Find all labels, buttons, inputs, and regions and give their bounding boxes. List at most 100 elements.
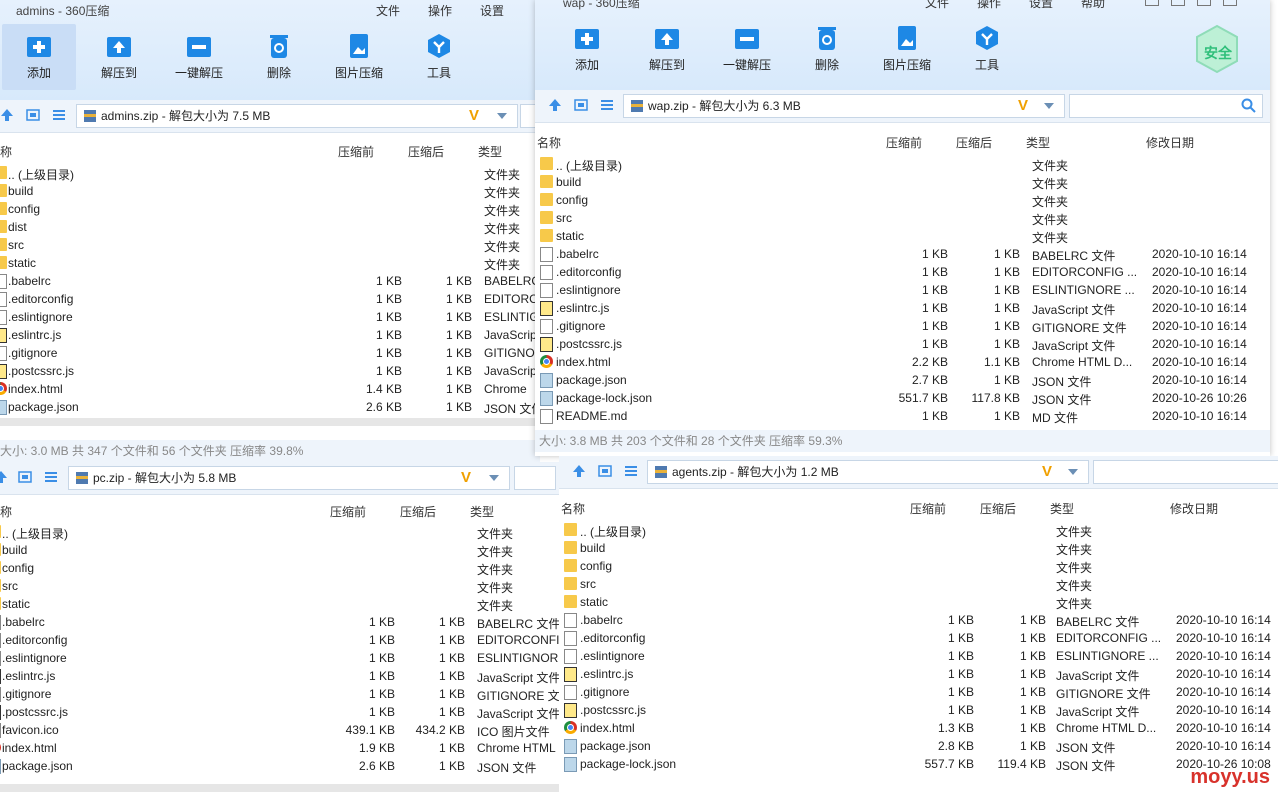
admins-one-click-extract-button[interactable]: 一键解压 [162, 24, 236, 90]
up-arrow-icon[interactable] [0, 470, 8, 484]
table-row[interactable]: .babelrc 1 KB 1 KB BABELRC [0, 272, 540, 290]
table-row[interactable]: .editorconfig 1 KB 1 KB EDITORCONFIG ... 202… [535, 263, 1270, 281]
admins-scrollbar[interactable] [0, 418, 540, 426]
col-before[interactable]: 压缩前 [330, 503, 366, 520]
table-row[interactable]: package.json 2.8 KB 1 KB JSON 文件 2020-10-10 … [559, 737, 1278, 755]
table-row[interactable]: .gitignore 1 KB 1 KB GITIGNORE 文件 2020-10-10… [559, 683, 1278, 701]
view-thumbnail-icon[interactable] [598, 464, 612, 478]
table-row[interactable]: .editorconfig 1 KB 1 KB EDITORC [0, 290, 540, 308]
col-before[interactable]: 压缩前 [910, 500, 946, 517]
table-row[interactable]: package.json 2.6 KB 1 KB JSON 文件 [0, 757, 560, 775]
admins-menu-file[interactable]: 文件 [376, 2, 400, 19]
table-row[interactable]: src 文件夹 [0, 577, 560, 595]
table-row[interactable]: static 文件夹 [559, 593, 1278, 611]
col-before[interactable]: 压缩前 [338, 143, 374, 160]
table-row[interactable]: .postcssrc.js 1 KB 1 KB JavaScript 文件 2020-1… [559, 701, 1278, 719]
wap-menu-operate[interactable]: 操作 [977, 0, 1001, 11]
chevron-down-icon[interactable] [1068, 469, 1078, 475]
v-dropdown-icon[interactable]: V [469, 105, 479, 127]
chevron-down-icon[interactable] [497, 113, 507, 119]
wap-menu-settings[interactable]: 设置 [1029, 0, 1053, 11]
table-row[interactable]: package.json 2.7 KB 1 KB JSON 文件 2020-10-10 … [535, 371, 1270, 389]
table-row[interactable]: static 文件夹 [0, 254, 540, 272]
table-row[interactable]: build 文件夹 [559, 539, 1278, 557]
view-list-icon[interactable] [52, 108, 66, 122]
admins-menu-settings[interactable]: 设置 [480, 2, 504, 19]
view-thumbnail-icon[interactable] [18, 470, 32, 484]
agents-path-box[interactable]: agents.zip - 解包大小为 1.2 MB V [647, 460, 1089, 484]
chevron-down-icon[interactable] [1044, 103, 1054, 109]
pc-path-box[interactable]: pc.zip - 解包大小为 5.8 MB V [68, 466, 510, 490]
table-row[interactable]: .eslintignore 1 KB 1 KB ESLINTIGNOR [0, 649, 560, 667]
col-date[interactable]: 修改日期 [1170, 500, 1218, 517]
col-name[interactable]: 名称 [537, 134, 561, 151]
table-row[interactable]: package.json 2.6 KB 1 KB JSON 文件 [0, 398, 540, 416]
table-row[interactable]: .eslintrc.js 1 KB 1 KB JavaScript 文件 2020-10… [559, 665, 1278, 683]
table-row[interactable]: src 文件夹 [535, 209, 1270, 227]
admins-add-button[interactable]: 添加 [2, 24, 76, 90]
table-row[interactable]: build 文件夹 [535, 173, 1270, 191]
col-name[interactable]: 称 [0, 503, 12, 520]
col-after[interactable]: 压缩后 [956, 134, 992, 151]
view-list-icon[interactable] [600, 98, 614, 112]
chevron-down-icon[interactable] [489, 475, 499, 481]
col-name[interactable]: 名称 [561, 500, 585, 517]
table-row[interactable]: .postcssrc.js 1 KB 1 KB JavaScrip [0, 362, 540, 380]
table-row[interactable]: .editorconfig 1 KB 1 KB EDITORCONFIG ... 202… [559, 629, 1278, 647]
table-row[interactable]: index.html 2.2 KB 1.1 KB Chrome HTML D... 20… [535, 353, 1270, 371]
minimize-icon[interactable] [1197, 0, 1211, 6]
table-row[interactable]: .eslintrc.js 1 KB 1 KB JavaScript 文件 2020-10… [535, 299, 1270, 317]
col-type[interactable]: 类型 [1026, 134, 1050, 151]
table-row[interactable]: config 文件夹 [0, 559, 560, 577]
wap-menu-help[interactable]: 帮助 [1081, 0, 1105, 11]
window-menu-icon[interactable] [1171, 0, 1185, 6]
col-after[interactable]: 压缩后 [408, 143, 444, 160]
table-row[interactable]: .babelrc 1 KB 1 KB BABELRC 文件 2020-10-10 16:… [535, 245, 1270, 263]
col-type[interactable]: 类型 [1050, 500, 1074, 517]
table-row[interactable]: build 文件夹 [0, 182, 540, 200]
table-row[interactable]: .. (上级目录) 文件夹 [535, 155, 1270, 173]
table-row[interactable]: .gitignore 1 KB 1 KB GITIGNORE 文 [0, 685, 560, 703]
table-row[interactable]: src 文件夹 [559, 575, 1278, 593]
wap-delete-button[interactable]: 删除 [790, 16, 864, 82]
table-row[interactable]: index.html 1.9 KB 1 KB Chrome HTML [0, 739, 560, 757]
admins-extract-to-button[interactable]: 解压到 [82, 24, 156, 90]
search-icon[interactable] [1241, 98, 1256, 113]
table-row[interactable]: .eslintrc.js 1 KB 1 KB JavaScript 文件 [0, 667, 560, 685]
table-row[interactable]: .editorconfig 1 KB 1 KB EDITORCONFI [0, 631, 560, 649]
table-row[interactable]: README.md 1 KB 1 KB MD 文件 2020-10-10 16:14 [535, 407, 1270, 425]
col-date[interactable]: 修改日期 [1146, 134, 1194, 151]
table-row[interactable]: .. (上级目录) 文件夹 [0, 164, 540, 182]
table-row[interactable]: static 文件夹 [0, 595, 560, 613]
pc-scrollbar[interactable] [0, 784, 560, 792]
wap-add-button[interactable]: 添加 [550, 16, 624, 82]
view-list-icon[interactable] [44, 470, 58, 484]
table-row[interactable]: .postcssrc.js 1 KB 1 KB JavaScript 文件 [0, 703, 560, 721]
table-row[interactable]: package-lock.json 551.7 KB 117.8 KB JSON 文件… [535, 389, 1270, 407]
pc-search-input[interactable] [514, 466, 556, 490]
table-row[interactable]: .. (上级目录) 文件夹 [559, 521, 1278, 539]
wap-extract-to-button[interactable]: 解压到 [630, 16, 704, 82]
up-arrow-icon[interactable] [548, 98, 562, 112]
admins-tools-button[interactable]: 工具 [402, 24, 476, 90]
table-row[interactable]: dist 文件夹 [0, 218, 540, 236]
table-row[interactable]: static 文件夹 [535, 227, 1270, 245]
table-row[interactable]: index.html 1.3 KB 1 KB Chrome HTML D... 2020… [559, 719, 1278, 737]
wap-search-input[interactable] [1069, 94, 1263, 118]
table-row[interactable]: package-lock.json 557.7 KB 119.4 KB JSON 文件… [559, 755, 1278, 773]
v-dropdown-icon[interactable]: V [1018, 95, 1028, 117]
wap-one-click-extract-button[interactable]: 一键解压 [710, 16, 784, 82]
wap-tools-button[interactable]: 工具 [950, 16, 1024, 82]
col-type[interactable]: 类型 [478, 143, 502, 160]
table-row[interactable]: index.html 1.4 KB 1 KB Chrome [0, 380, 540, 398]
table-row[interactable]: src 文件夹 [0, 236, 540, 254]
table-row[interactable]: config 文件夹 [535, 191, 1270, 209]
v-dropdown-icon[interactable]: V [461, 467, 471, 489]
v-dropdown-icon[interactable]: V [1042, 461, 1052, 483]
wap-menu-file[interactable]: 文件 [925, 0, 949, 11]
table-row[interactable]: config 文件夹 [559, 557, 1278, 575]
admins-delete-button[interactable]: 删除 [242, 24, 316, 90]
col-name[interactable]: 称 [0, 143, 12, 160]
table-row[interactable]: .eslintignore 1 KB 1 KB ESLINTIGNORE ... 202… [535, 281, 1270, 299]
table-row[interactable]: config 文件夹 [0, 200, 540, 218]
